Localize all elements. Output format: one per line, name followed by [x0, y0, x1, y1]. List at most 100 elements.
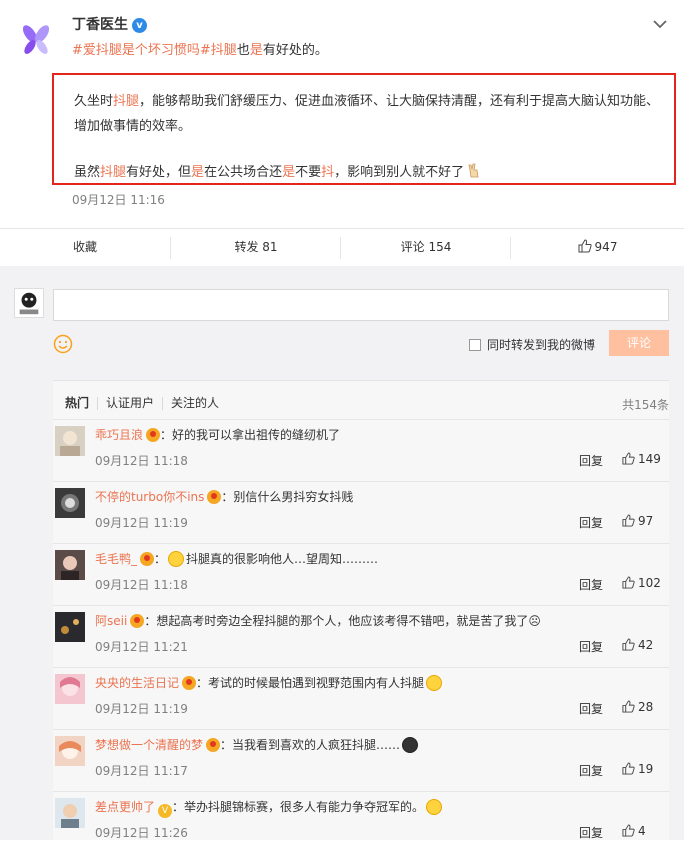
- reply-button[interactable]: 回复: [579, 638, 603, 655]
- commenter-name[interactable]: 梦想做一个清醒的梦: [95, 738, 203, 752]
- post-paragraph-1: 久坐时抖腿，能够帮助我们舒缓压力、促进血液循环、让大脑保持清醒，还有利于提高大脑…: [74, 89, 668, 139]
- commenter-avatar[interactable]: [55, 488, 85, 518]
- comment-like-button[interactable]: 4: [622, 824, 646, 838]
- comment-like-button[interactable]: 42: [622, 638, 653, 652]
- chevron-down-icon[interactable]: [650, 14, 670, 34]
- keyword-highlight: 抖: [321, 165, 335, 180]
- vip-badge-icon: [140, 552, 155, 566]
- p2-text: 不要: [295, 165, 322, 180]
- comment-like-button[interactable]: 19: [622, 762, 653, 776]
- commenter-avatar[interactable]: [55, 798, 85, 828]
- thumbs-up-icon: [622, 700, 635, 713]
- p2-text: ，影响到别人就不好了: [334, 165, 465, 180]
- commenter-name[interactable]: 不停的turbo你不ins: [95, 490, 204, 504]
- thumbs-up-icon: [622, 762, 635, 775]
- comment-like-count: 4: [638, 824, 646, 838]
- commenter-name[interactable]: 差点更帅了: [95, 800, 155, 814]
- p1-text: 久坐时: [74, 94, 114, 109]
- forward-checkbox-label: 同时转发到我的微博: [487, 338, 596, 352]
- favorite-button[interactable]: 收藏: [0, 229, 170, 267]
- comment-time: 09月12日 11:17: [95, 764, 188, 778]
- grin-emoji-icon: [426, 675, 443, 691]
- author-avatar[interactable]: [16, 20, 56, 60]
- like-button[interactable]: 947: [511, 229, 684, 267]
- post-timestamp[interactable]: 09月12日 11:16: [72, 191, 165, 208]
- reply-button[interactable]: 回复: [579, 700, 603, 717]
- keyword-highlight: 抖腿: [113, 94, 140, 109]
- thumbs-up-icon: [622, 824, 635, 837]
- comment-text: 差点更帅了 V ：举办抖腿锦标赛，很多人有能力争夺冠军的。: [95, 798, 444, 818]
- comment-input[interactable]: [53, 289, 669, 321]
- keyword-highlight: 是: [282, 165, 296, 180]
- comment-like-button[interactable]: 28: [622, 700, 653, 714]
- p2-text: 在公共场合还: [204, 165, 283, 180]
- comment-tabs: 热门 认证用户 关注的人: [65, 396, 227, 410]
- highlight-box: 久坐时抖腿，能够帮助我们舒缓压力、促进血液循环、让大脑保持清醒，还有利于提高大脑…: [52, 73, 676, 185]
- commenter-avatar[interactable]: [55, 674, 85, 704]
- commenter-avatar[interactable]: [55, 612, 85, 642]
- comment-body: ：举办抖腿锦标赛，很多人有能力争夺冠军的。: [172, 800, 425, 814]
- thumbs-up-icon: [622, 452, 635, 465]
- reply-button[interactable]: 回复: [579, 762, 603, 779]
- commenter-name[interactable]: 乖巧且浪: [95, 428, 143, 442]
- comment-text: 毛毛鸭_：抖腿真的很影响他人…望周知………: [95, 551, 379, 567]
- comment-text: 央央的生活日记 ：考试的时候最怕遇到视野范围内有人抖腿: [95, 674, 444, 691]
- thumbs-up-icon: [622, 638, 635, 651]
- comment-body: ：别信什么男抖穷女抖贱: [221, 490, 354, 504]
- commenter-name[interactable]: 阿seii: [95, 614, 127, 628]
- black-face-emoji-icon: [402, 737, 419, 753]
- commenter-name[interactable]: 毛毛鸭_: [95, 552, 137, 566]
- comment-time: 09月12日 11:21: [95, 640, 188, 654]
- commenter-avatar[interactable]: [55, 550, 85, 580]
- p2-text: 有好处，但: [126, 165, 192, 180]
- commenter-avatar[interactable]: [55, 736, 85, 766]
- forward-label: 转发 81: [234, 240, 278, 254]
- thumbs-up-icon: [622, 576, 635, 589]
- checkbox-icon[interactable]: [469, 339, 481, 351]
- author-name[interactable]: 丁香医生 v: [72, 14, 147, 34]
- author-name-text[interactable]: 丁香医生: [72, 17, 128, 33]
- reply-button[interactable]: 回复: [579, 514, 603, 531]
- commenter-name[interactable]: 央央的生活日记: [95, 676, 179, 690]
- forward-button[interactable]: 转发 81: [171, 229, 341, 267]
- comment-item: 差点更帅了 V ：举办抖腿锦标赛，很多人有能力争夺冠军的。 09月12日 11:26…: [53, 791, 669, 853]
- comment-time: 09月12日 11:18: [95, 578, 188, 592]
- cat-emoji-icon: [426, 799, 443, 815]
- my-avatar[interactable]: [14, 288, 44, 318]
- keyword-highlight: 抖腿: [100, 165, 127, 180]
- comment-text: 梦想做一个清醒的梦 ：当我看到喜欢的人疯狂抖腿……: [95, 736, 420, 753]
- reply-button[interactable]: 回复: [579, 576, 603, 593]
- emoji-icon[interactable]: [53, 334, 73, 354]
- forward-checkbox[interactable]: 同时转发到我的微博: [469, 336, 595, 353]
- comment-body: ：当我看到喜欢的人疯狂抖腿……: [220, 738, 401, 752]
- favorite-label: 收藏: [72, 240, 97, 254]
- comment-list: 热门 认证用户 关注的人 共154条 乖巧且浪 ：好的我可以拿出祖传的缝纫机了 09月…: [53, 380, 669, 840]
- tab-following[interactable]: 关注的人: [162, 397, 227, 410]
- vip-badge-icon: [130, 614, 145, 628]
- comment-time: 09月12日 11:19: [95, 702, 188, 716]
- comment-like-button[interactable]: 102: [622, 576, 661, 590]
- tab-verified-users[interactable]: 认证用户: [97, 397, 162, 410]
- tab-hot[interactable]: 热门: [65, 397, 97, 410]
- verified-badge-icon: v: [132, 18, 147, 33]
- comment-item: 乖巧且浪 ：好的我可以拿出祖传的缝纫机了 09月12日 11:18 回复 149: [53, 419, 669, 481]
- lead-text-rest: 有好处的。: [262, 43, 328, 58]
- comment-body: ：考试的时候最怕遇到视野范围内有人抖腿: [196, 676, 425, 690]
- topic-link[interactable]: #爱抖腿是个坏习惯吗#: [72, 43, 211, 58]
- send-comment-button[interactable]: 评论: [609, 330, 669, 356]
- comment-like-button[interactable]: 149: [622, 452, 661, 466]
- keyword-highlight: 是: [191, 165, 205, 180]
- weibo-post: 丁香医生 v #爱抖腿是个坏习惯吗#抖腿也是有好处的。 久坐时抖腿，能够帮助我们舒…: [0, 0, 684, 228]
- comment-item: 阿seii ：想起高考时旁边全程抖腿的那个人，他应该考得不错吧，就是苦了我了☹ 0…: [53, 605, 669, 667]
- comment-total: 共154条: [622, 398, 669, 412]
- comment-like-count: 97: [638, 514, 654, 528]
- comment-like-count: 19: [638, 762, 654, 776]
- thumbs-up-icon: [622, 514, 635, 527]
- commenter-avatar[interactable]: [55, 426, 85, 456]
- comment-item: 央央的生活日记 ：考试的时候最怕遇到视野范围内有人抖腿 09月12日 11:19 …: [53, 667, 669, 729]
- comment-button[interactable]: 评论 154: [341, 229, 511, 267]
- reply-button[interactable]: 回复: [579, 824, 603, 841]
- verified-v-icon: V: [158, 804, 173, 818]
- reply-button[interactable]: 回复: [579, 452, 603, 469]
- comment-like-button[interactable]: 97: [622, 514, 653, 528]
